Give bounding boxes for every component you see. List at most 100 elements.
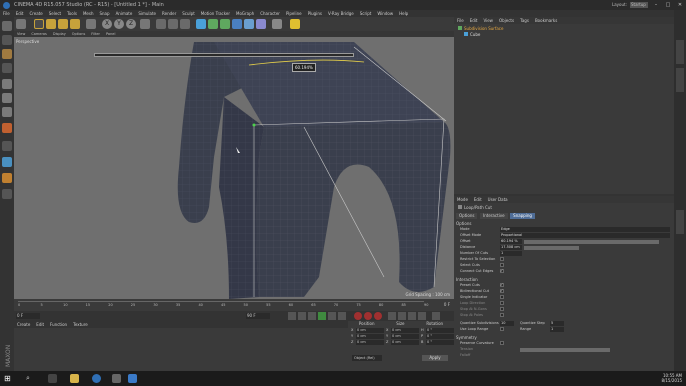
end-frame-field[interactable]: 90 F xyxy=(246,313,270,319)
task-view-icon[interactable] xyxy=(48,374,57,383)
perspective-viewport[interactable]: Perspective 60.194% Grid Spacing : 100 c… xyxy=(14,37,454,299)
coordinate-system-icon[interactable] xyxy=(140,19,150,29)
close-icon[interactable]: ✕ xyxy=(674,0,686,10)
axis-mode-icon[interactable] xyxy=(2,123,12,133)
menu-create[interactable]: Create xyxy=(26,10,45,17)
pen-spline-icon[interactable] xyxy=(208,19,218,29)
subdivision-surface-icon[interactable] xyxy=(220,19,230,29)
offset-slider[interactable] xyxy=(94,53,354,57)
app-taskbar-icon[interactable] xyxy=(112,374,121,383)
rotate-icon[interactable] xyxy=(70,19,80,29)
objmgr-menu-edit[interactable]: Edit xyxy=(467,17,481,24)
recent-tools-icon[interactable] xyxy=(86,19,96,29)
param-quantize-step-field[interactable]: 5 xyxy=(550,321,564,326)
search-icon[interactable]: ⌕ xyxy=(26,374,35,383)
attr-menu-mode[interactable]: Mode xyxy=(454,196,471,203)
render-view-icon[interactable] xyxy=(156,19,166,29)
attr-menu-edit[interactable]: Edit xyxy=(471,196,485,203)
rotation-key-icon[interactable] xyxy=(398,312,406,320)
material-menu-create[interactable]: Create xyxy=(14,321,33,328)
param-loop-direction-checkbox[interactable] xyxy=(500,301,504,305)
content-browser-side-tab[interactable] xyxy=(676,68,684,92)
system-clock[interactable]: 10:55 AM 8/15/2015 xyxy=(661,373,682,383)
scale-icon[interactable] xyxy=(58,19,68,29)
attr-menu-userdata[interactable]: User Data xyxy=(485,196,511,203)
play-icon[interactable] xyxy=(318,312,326,320)
points-mode-icon[interactable] xyxy=(2,79,12,89)
menu-plugins[interactable]: Plugins xyxy=(305,10,325,17)
menu-vray-bridge[interactable]: V-Ray Bridge xyxy=(325,10,357,17)
position-y-field[interactable]: 0 cm xyxy=(356,334,384,339)
windows-start-icon[interactable]: ⊞ xyxy=(4,374,13,383)
y-axis-lock-icon[interactable]: Y xyxy=(114,19,124,29)
edges-mode-icon[interactable] xyxy=(2,93,12,103)
position-z-field[interactable]: 0 cm xyxy=(356,340,384,345)
start-frame-field[interactable]: 0 F xyxy=(16,313,40,319)
param-preset-cuts-checkbox[interactable] xyxy=(500,282,504,287)
object-row-cube[interactable]: Cube xyxy=(464,32,480,38)
param-select-cuts-checkbox[interactable] xyxy=(500,263,504,267)
cinema4d-taskbar-icon[interactable] xyxy=(92,374,101,383)
menu-select[interactable]: Select xyxy=(46,10,64,17)
maximize-icon[interactable]: □ xyxy=(662,0,674,10)
bulb-light-icon[interactable] xyxy=(290,19,300,29)
goto-start-icon[interactable] xyxy=(288,312,296,320)
param-distance-field[interactable]: 17.508 cm xyxy=(500,245,522,250)
param-bidirectional-checkbox[interactable] xyxy=(500,288,504,293)
keyframe-selection-icon[interactable] xyxy=(374,312,382,320)
tweak-mode-icon[interactable] xyxy=(2,141,12,151)
param-single-indicator-checkbox[interactable] xyxy=(500,295,504,299)
menu-help[interactable]: Help xyxy=(396,10,411,17)
param-restrict-checkbox[interactable] xyxy=(500,257,504,261)
prev-key-icon[interactable] xyxy=(298,312,306,320)
x-axis-lock-icon[interactable]: X xyxy=(102,19,112,29)
menu-animate[interactable]: Animate xyxy=(113,10,136,17)
tab-snapping[interactable]: Snapping xyxy=(510,213,535,219)
workplane-lock-icon[interactable] xyxy=(2,173,12,183)
objmgr-menu-objects[interactable]: Objects xyxy=(496,17,517,24)
objmgr-menu-bookmarks[interactable]: Bookmarks xyxy=(532,17,560,24)
param-tension-slider[interactable] xyxy=(520,347,610,352)
tab-options[interactable]: Options xyxy=(456,213,478,219)
workplane-icon[interactable] xyxy=(2,63,12,73)
store-taskbar-icon[interactable] xyxy=(128,374,137,383)
size-x-field[interactable]: 0 cm xyxy=(391,328,419,333)
rotation-h-field[interactable]: 0 ° xyxy=(426,328,454,333)
param-number-of-cuts-field[interactable]: 1 xyxy=(500,251,522,256)
timeline-ruler[interactable]: 0 5 10 15 20 25 30 35 40 45 50 55 60 65 70 75 80 85 90 0 F xyxy=(14,299,454,311)
texture-mode-icon[interactable] xyxy=(2,49,12,59)
goto-end-icon[interactable] xyxy=(338,312,346,320)
array-icon[interactable] xyxy=(232,19,242,29)
objects-side-tab[interactable] xyxy=(676,40,684,64)
model-mode-icon[interactable] xyxy=(2,35,12,45)
param-preserve-curvature-checkbox[interactable] xyxy=(500,341,504,345)
material-menu-texture[interactable]: Texture xyxy=(70,321,91,328)
menu-render[interactable]: Render xyxy=(159,10,179,17)
coordinate-mode-dropdown[interactable]: Object (Rel) xyxy=(352,355,382,361)
param-stop-ngons-checkbox[interactable] xyxy=(500,307,504,311)
menu-file[interactable]: File xyxy=(0,10,13,17)
minimize-icon[interactable]: – xyxy=(650,0,662,10)
light-icon[interactable] xyxy=(272,19,282,29)
apply-button[interactable]: Apply xyxy=(422,355,448,361)
rotation-p-field[interactable]: 0 ° xyxy=(426,334,454,339)
menu-mesh[interactable]: Mesh xyxy=(80,10,97,17)
render-picture-viewer-icon[interactable] xyxy=(168,19,178,29)
position-key-icon[interactable] xyxy=(388,312,396,320)
position-x-field[interactable]: 0 cm xyxy=(356,328,384,333)
menu-snap[interactable]: Snap xyxy=(96,10,112,17)
param-distance-slider[interactable] xyxy=(524,245,579,250)
param-offset-field[interactable]: 60.194 % xyxy=(500,239,522,244)
material-menu-edit[interactable]: Edit xyxy=(33,321,47,328)
z-axis-lock-icon[interactable]: Z xyxy=(126,19,136,29)
menu-tools[interactable]: Tools xyxy=(64,10,80,17)
menu-window[interactable]: Window xyxy=(374,10,396,17)
menu-pipeline[interactable]: Pipeline xyxy=(283,10,305,17)
menu-character[interactable]: Character xyxy=(257,10,283,17)
attributes-side-tab[interactable] xyxy=(676,210,684,234)
param-stop-poles-checkbox[interactable] xyxy=(500,313,504,317)
param-offset-slider[interactable] xyxy=(524,239,659,244)
polygons-mode-icon[interactable] xyxy=(2,107,12,117)
param-offset-mode-dropdown[interactable]: Proportional xyxy=(500,233,670,238)
cube-primitive-icon[interactable] xyxy=(196,19,206,29)
